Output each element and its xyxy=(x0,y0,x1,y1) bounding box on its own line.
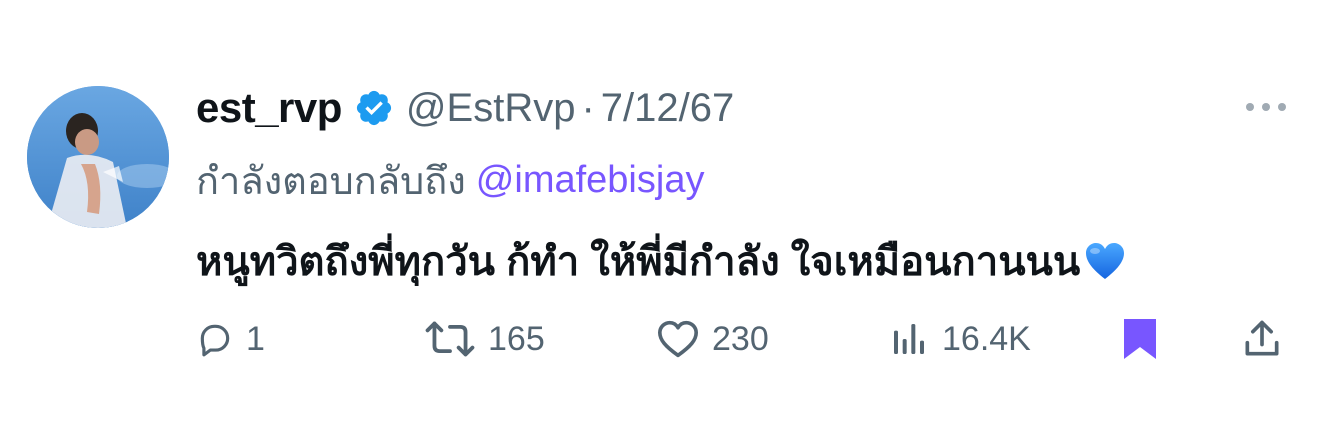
retweet-icon xyxy=(425,321,475,357)
tweet-date[interactable]: 7/12/67 xyxy=(601,86,734,131)
share-button[interactable] xyxy=(1240,304,1284,374)
reply-button[interactable]: 1 xyxy=(196,304,265,374)
replying-handle-link[interactable]: @imafebisjay xyxy=(476,159,705,202)
replying-label: กำลังตอบกลับถึง xyxy=(196,160,466,203)
retweet-count: 165 xyxy=(488,319,545,358)
like-count: 230 xyxy=(712,319,769,358)
reply-icon xyxy=(200,324,230,357)
avatar[interactable] xyxy=(27,86,169,228)
bookmark-button[interactable] xyxy=(1120,304,1160,374)
avatar-image xyxy=(27,86,169,228)
reply-count: 1 xyxy=(246,319,265,358)
more-icon[interactable] xyxy=(1244,92,1288,122)
blue-heart-emoji xyxy=(1086,243,1125,279)
verified-badge-icon xyxy=(356,90,392,126)
like-button[interactable]: 230 xyxy=(656,304,769,374)
display-name[interactable]: est_rvp xyxy=(196,84,342,132)
action-bar: 1 165 230 16.4K xyxy=(0,304,1320,374)
bookmark-icon xyxy=(1124,319,1156,359)
separator-dot: · xyxy=(581,85,595,130)
tweet-text-body: หนูทวิตถึงพี่ทุกวัน ก้ทำ ให้พี่มีกำลัง ใ… xyxy=(196,240,1081,284)
handle[interactable]: @EstRvp xyxy=(406,86,576,131)
retweet-button[interactable]: 165 xyxy=(424,304,545,374)
share-icon xyxy=(1245,320,1279,356)
view-count: 16.4K xyxy=(942,319,1031,358)
replying-to: กำลังตอบกลับถึง @imafebisjay xyxy=(196,152,704,208)
views-button[interactable]: 16.4K xyxy=(888,304,1031,374)
tweet-header: est_rvp @EstRvp · 7/12/67 xyxy=(196,78,734,138)
like-icon xyxy=(657,320,698,358)
views-icon xyxy=(894,324,924,354)
tweet[interactable]: est_rvp @EstRvp · 7/12/67 กำลังตอบกลับถึ… xyxy=(0,0,1320,439)
tweet-text: หนูทวิตถึงพี่ทุกวัน ก้ทำ ให้พี่มีกำลัง ใ… xyxy=(196,226,1126,296)
